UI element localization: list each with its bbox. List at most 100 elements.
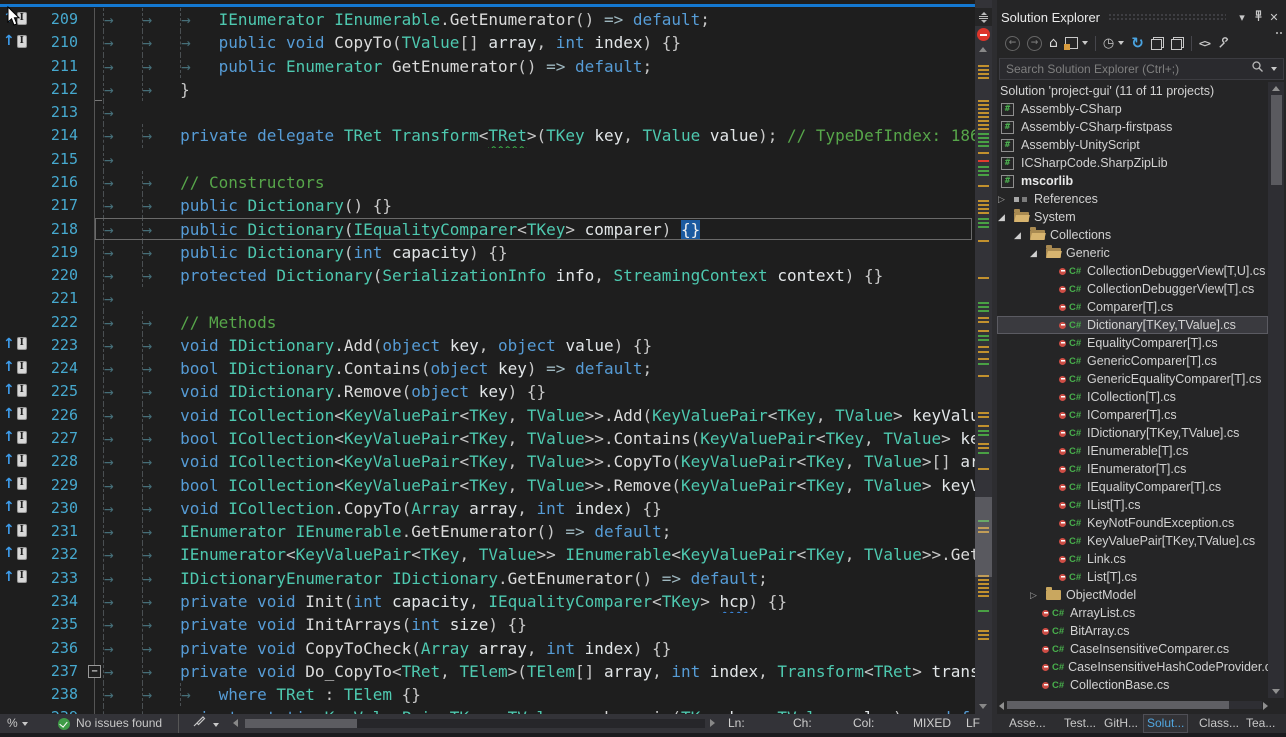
line-number[interactable]: 237 <box>28 660 78 683</box>
tree-item[interactable]: ◢Generic <box>997 244 1268 262</box>
line-number[interactable]: 212 <box>28 78 78 101</box>
line-number[interactable]: 221 <box>28 287 78 310</box>
tree-item[interactable]: ArrayList.cs <box>997 604 1268 622</box>
tool-window-tab[interactable]: Solut... <box>1143 714 1188 733</box>
code-line-222[interactable]: 222→→// Methods <box>0 311 975 334</box>
tree-item[interactable]: GenericEqualityComparer[T].cs <box>997 370 1268 388</box>
code-line-215[interactable]: 215→ <box>0 148 975 171</box>
tool-window-tab[interactable]: Asse... <box>1006 714 1049 733</box>
line-number[interactable]: 238 <box>28 683 78 706</box>
line-number[interactable]: 236 <box>28 637 78 660</box>
code-line-230[interactable]: ↑I230→→void ICollection.CopyTo(Array arr… <box>0 497 975 520</box>
implements-interface-glyph-icon[interactable]: ↑I <box>3 383 27 397</box>
implements-interface-glyph-icon[interactable]: ↑I <box>3 523 27 537</box>
view-code-button[interactable]: <> <box>1199 34 1210 52</box>
window-position-menu-button[interactable]: ▾ <box>1234 11 1250 24</box>
tree-item[interactable]: CollectionBase.cs <box>997 676 1268 694</box>
horizontal-scrollbar-thumb[interactable] <box>1007 701 1229 709</box>
line-number[interactable]: 229 <box>28 474 78 497</box>
line-number[interactable]: 217 <box>28 194 78 217</box>
line-number[interactable]: 214 <box>28 124 78 147</box>
code-line-212[interactable]: 212→→} <box>0 78 975 101</box>
line-number[interactable]: 233 <box>28 567 78 590</box>
collapse-arrow-icon[interactable]: ◢ <box>1014 230 1030 241</box>
toolbar-overflow-button[interactable] <box>1276 32 1282 34</box>
code-line-231[interactable]: ↑I231→→IEnumerator IEnumerable.GetEnumer… <box>0 520 975 543</box>
properties-button[interactable] <box>1217 34 1230 52</box>
tree-item[interactable]: #mscorlib <box>997 172 1268 190</box>
tree-item[interactable]: List[T].cs <box>997 568 1268 586</box>
line-number[interactable]: 216 <box>28 171 78 194</box>
code-line-211[interactable]: 211→→→public Enumerator GetEnumerator() … <box>0 55 975 78</box>
line-number[interactable]: 211 <box>28 55 78 78</box>
collapse-arrow-icon[interactable]: ◢ <box>1030 248 1046 259</box>
close-icon[interactable]: ✕ <box>1266 11 1282 24</box>
code-line-226[interactable]: ↑I226→→void ICollection<KeyValuePair<TKe… <box>0 404 975 427</box>
collapse-all-button[interactable] <box>1151 37 1164 50</box>
code-line-238[interactable]: 238→→→where TRet : TElem {} <box>0 683 975 706</box>
document-health-error-icon[interactable] <box>977 28 990 41</box>
pending-changes-filter-button[interactable]: ◷ <box>1103 34 1124 52</box>
implements-interface-glyph-icon[interactable]: ↑I <box>3 407 27 421</box>
tree-item[interactable]: KeyValuePair[TKey,TValue].cs <box>997 532 1268 550</box>
scroll-down-arrow[interactable] <box>979 704 987 709</box>
code-line-225[interactable]: ↑I225→→void IDictionary.Remove(object ke… <box>0 380 975 403</box>
line-number[interactable]: 218 <box>28 218 78 241</box>
tree-item[interactable]: EqualityComparer[T].cs <box>997 334 1268 352</box>
forward-button[interactable]: → <box>1027 36 1042 51</box>
code-line-224[interactable]: ↑I224→→bool IDictionary.Contains(object … <box>0 357 975 380</box>
tool-window-tab[interactable]: Tea... <box>1243 714 1278 733</box>
search-input[interactable] <box>1000 62 1251 76</box>
implements-interface-glyph-icon[interactable]: ↑I <box>3 546 27 560</box>
scroll-up-arrow[interactable] <box>979 47 987 52</box>
code-line-210[interactable]: ↑I210→→→public void CopyTo(TValue[] arra… <box>0 31 975 54</box>
line-number[interactable]: 219 <box>28 241 78 264</box>
code-line-232[interactable]: ↑I232→→IEnumerator<KeyValuePair<TKey, TV… <box>0 543 975 566</box>
tree-item[interactable]: CaseInsensitiveComparer.cs <box>997 640 1268 658</box>
line-number[interactable]: 234 <box>28 590 78 613</box>
code-line-214[interactable]: 214→→private delegate TRet Transform<TRe… <box>0 124 975 147</box>
code-line-235[interactable]: 235→→private void InitArrays(int size) {… <box>0 613 975 636</box>
tree-item[interactable]: #Assembly-CSharp <box>997 100 1268 118</box>
line-number[interactable]: 213 <box>28 101 78 124</box>
implements-interface-glyph-icon[interactable]: ↑I <box>3 570 27 584</box>
tree-item[interactable]: IEnumerator[T].cs <box>997 460 1268 478</box>
code-line-228[interactable]: ↑I228→→void ICollection<KeyValuePair<TKe… <box>0 450 975 473</box>
line-number[interactable]: 209 <box>28 8 78 31</box>
hscroll-left-arrow[interactable] <box>233 719 238 727</box>
line-number[interactable]: 226 <box>28 404 78 427</box>
editor-vertical-scrollbar[interactable] <box>975 0 992 714</box>
hscroll-left-arrow[interactable] <box>999 702 1004 710</box>
line-number[interactable]: 224 <box>28 357 78 380</box>
tree-item[interactable]: IComparer[T].cs <box>997 406 1268 424</box>
code-line-236[interactable]: 236→→private void CopyToCheck(Array arra… <box>0 637 975 660</box>
expand-arrow-icon[interactable]: ▷ <box>998 194 1014 205</box>
tree-item[interactable]: KeyNotFoundException.cs <box>997 514 1268 532</box>
implements-interface-glyph-icon[interactable]: ↑I <box>3 430 27 444</box>
hscroll-right-arrow[interactable] <box>710 719 715 727</box>
code-line-237[interactable]: 237→→private void Do_CopyTo<TRet, TElem>… <box>0 660 975 683</box>
code-line-227[interactable]: ↑I227→→bool ICollection<KeyValuePair<TKe… <box>0 427 975 450</box>
line-number[interactable]: 231 <box>28 520 78 543</box>
code-line-220[interactable]: 220→→protected Dictionary(SerializationI… <box>0 264 975 287</box>
code-line-209[interactable]: ↑I209→→→IEnumerator IEnumerable.GetEnume… <box>0 8 975 31</box>
horizontal-scrollbar-thumb[interactable] <box>245 719 357 728</box>
line-number[interactable]: 228 <box>28 450 78 473</box>
tree-item[interactable]: Dictionary[TKey,TValue].cs <box>997 316 1268 334</box>
code-line-223[interactable]: ↑I223→→void IDictionary.Add(object key, … <box>0 334 975 357</box>
line-number[interactable]: 215 <box>28 148 78 171</box>
code-line-234[interactable]: 234→→private void Init(int capacity, IEq… <box>0 590 975 613</box>
tree-item[interactable]: Link.cs <box>997 550 1268 568</box>
tool-window-tab[interactable]: Class... <box>1196 714 1242 733</box>
code-line-216[interactable]: 216→→// Constructors <box>0 171 975 194</box>
status-field[interactable]: LF <box>966 714 980 733</box>
drag-grip[interactable] <box>1108 13 1226 21</box>
zoom-control[interactable]: % <box>7 714 28 733</box>
tree-item[interactable]: Solution 'project-gui' (11 of 11 project… <box>997 82 1268 100</box>
tree-item[interactable]: ◢Collections <box>997 226 1268 244</box>
pin-icon[interactable] <box>1250 10 1266 25</box>
line-number[interactable]: 230 <box>28 497 78 520</box>
issues-indicator[interactable]: No issues found <box>58 714 162 733</box>
horizontal-scrollbar-track[interactable] <box>1007 701 1262 709</box>
refresh-button[interactable]: ↻ <box>1131 34 1144 52</box>
